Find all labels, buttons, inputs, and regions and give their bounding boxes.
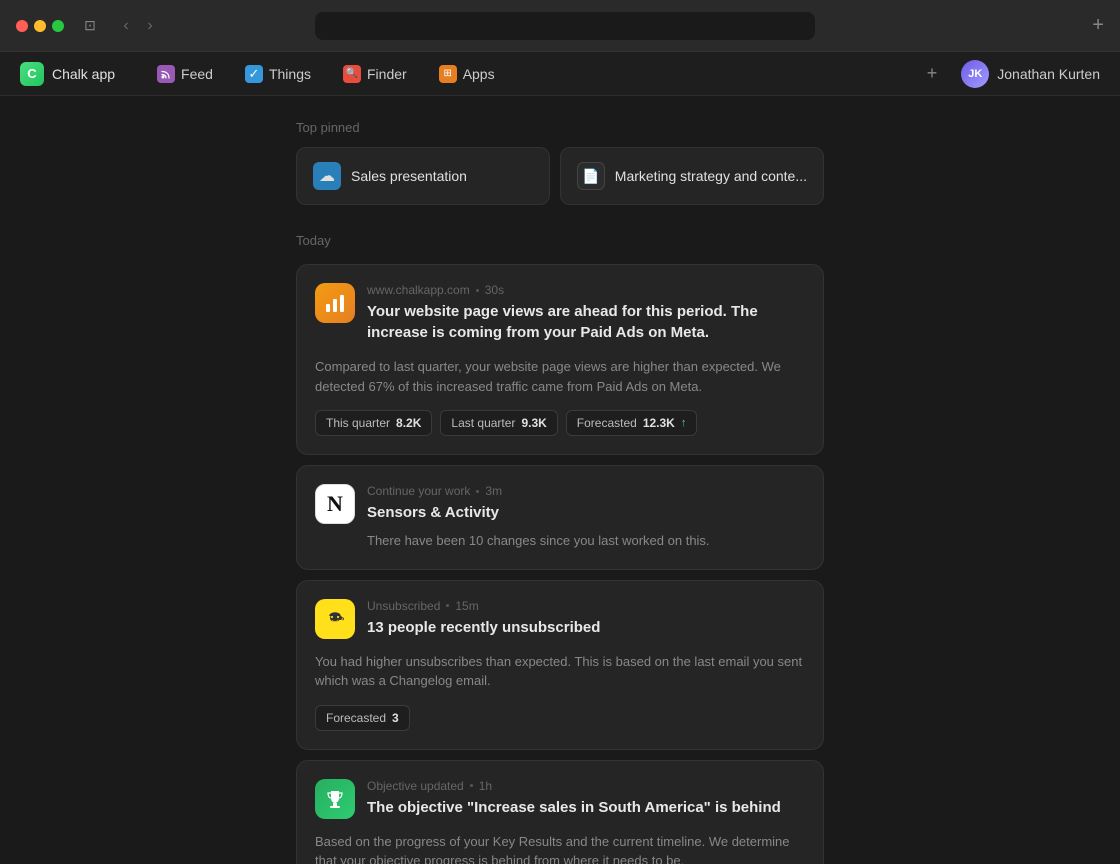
- stat-value: 12.3K: [643, 416, 675, 430]
- new-tab-button[interactable]: +: [1092, 14, 1104, 37]
- tab-things-label: Things: [269, 66, 311, 82]
- url-bar[interactable]: [315, 12, 815, 40]
- apps-icon: ⊞: [439, 65, 457, 83]
- card-sensors-header: N Continue your work 3m Sensors & Activi…: [315, 484, 805, 551]
- mailchimp-app-icon: [315, 599, 355, 639]
- stat-last-quarter: Last quarter 9.3K: [440, 410, 557, 436]
- tab-feed-label: Feed: [181, 66, 213, 82]
- marketing-icon: 📄: [577, 162, 605, 190]
- stat-value: 8.2K: [396, 416, 421, 430]
- stat-value: 3: [392, 711, 399, 725]
- nav-arrows: ‹ ›: [116, 17, 160, 35]
- things-icon: ✓: [245, 65, 263, 83]
- app-name-label: Chalk app: [52, 66, 115, 82]
- card-pageviews-header: www.chalkapp.com 30s Your website page v…: [315, 283, 805, 349]
- pageviews-source: www.chalkapp.com 30s: [367, 283, 805, 297]
- tab-apps-label: Apps: [463, 66, 495, 82]
- objective-title: The objective "Increase sales in South A…: [367, 797, 805, 818]
- stat-this-quarter: This quarter 8.2K: [315, 410, 432, 436]
- stat-forecasted-unsubscribed: Forecasted 3: [315, 705, 410, 731]
- sensors-meta: Continue your work 3m Sensors & Activity…: [367, 484, 805, 551]
- card-unsubscribed[interactable]: Unsubscribed 15m 13 people recently unsu…: [296, 580, 824, 750]
- objective-body: Based on the progress of your Key Result…: [315, 832, 805, 864]
- feed-icon: [157, 65, 175, 83]
- pageviews-title: Your website page views are ahead for th…: [367, 301, 805, 343]
- objective-meta: Objective updated 1h The objective "Incr…: [367, 779, 805, 824]
- unsubscribed-source: Unsubscribed 15m: [367, 599, 805, 613]
- notion-app-icon: N: [315, 484, 355, 524]
- finder-icon: 🔍: [343, 65, 361, 83]
- forward-arrow[interactable]: ›: [140, 17, 160, 35]
- pinned-item-marketing[interactable]: 📄 Marketing strategy and conte...: [560, 147, 824, 205]
- pageviews-app-icon: [315, 283, 355, 323]
- card-unsubscribed-header: Unsubscribed 15m 13 people recently unsu…: [315, 599, 805, 644]
- tab-things[interactable]: ✓ Things: [231, 59, 325, 89]
- user-name-label: Jonathan Kurten: [997, 66, 1100, 82]
- add-tab-button[interactable]: +: [919, 59, 946, 88]
- sensors-title: Sensors & Activity: [367, 502, 805, 523]
- tabbar: C Chalk app Feed ✓ Things 🔍 Finder ⊞ App…: [0, 52, 1120, 96]
- tab-finder[interactable]: 🔍 Finder: [329, 59, 421, 89]
- back-arrow[interactable]: ‹: [116, 17, 136, 35]
- stat-up-arrow: ↑: [681, 417, 687, 429]
- sensors-source: Continue your work 3m: [367, 484, 805, 498]
- card-objective-header: Objective updated 1h The objective "Incr…: [315, 779, 805, 824]
- main-content: Top pinned ☁ Sales presentation 📄 Market…: [0, 96, 1120, 864]
- marketing-label: Marketing strategy and conte...: [615, 168, 807, 184]
- card-objective[interactable]: Objective updated 1h The objective "Incr…: [296, 760, 824, 864]
- pinned-grid: ☁ Sales presentation 📄 Marketing strateg…: [296, 147, 824, 205]
- stat-label: Forecasted: [326, 711, 386, 725]
- objective-source: Objective updated 1h: [367, 779, 805, 793]
- card-pageviews[interactable]: www.chalkapp.com 30s Your website page v…: [296, 264, 824, 455]
- stat-label: Last quarter: [451, 416, 515, 430]
- sales-icon: ☁: [313, 162, 341, 190]
- stat-label: This quarter: [326, 416, 390, 430]
- pageviews-meta: www.chalkapp.com 30s Your website page v…: [367, 283, 805, 349]
- sensors-body: There have been 10 changes since you las…: [367, 531, 805, 551]
- app-logo-icon: C: [20, 62, 44, 86]
- user-avatar: JK: [961, 60, 989, 88]
- trophy-app-icon: [315, 779, 355, 819]
- sales-label: Sales presentation: [351, 168, 467, 184]
- stat-forecasted: Forecasted 12.3K ↑: [566, 410, 698, 436]
- today-section-label: Today: [296, 233, 824, 248]
- card-sensors[interactable]: N Continue your work 3m Sensors & Activi…: [296, 465, 824, 570]
- tab-finder-label: Finder: [367, 66, 407, 82]
- pinned-item-sales[interactable]: ☁ Sales presentation: [296, 147, 550, 205]
- user-profile[interactable]: JK Jonathan Kurten: [961, 60, 1100, 88]
- pageviews-stats: This quarter 8.2K Last quarter 9.3K Fore…: [315, 410, 805, 436]
- stat-value: 9.3K: [521, 416, 546, 430]
- pinned-section-label: Top pinned: [296, 120, 824, 135]
- unsubscribed-meta: Unsubscribed 15m 13 people recently unsu…: [367, 599, 805, 644]
- titlebar: ⊡ ‹ › +: [0, 0, 1120, 52]
- tab-feed[interactable]: Feed: [143, 59, 227, 89]
- maximize-button[interactable]: [52, 20, 64, 32]
- app-logo[interactable]: C Chalk app: [20, 62, 115, 86]
- pageviews-body: Compared to last quarter, your website p…: [315, 357, 805, 396]
- unsubscribed-stats: Forecasted 3: [315, 705, 805, 731]
- unsubscribed-body: You had higher unsubscribes than expecte…: [315, 652, 805, 691]
- stat-label: Forecasted: [577, 416, 637, 430]
- unsubscribed-title: 13 people recently unsubscribed: [367, 617, 805, 638]
- minimize-button[interactable]: [34, 20, 46, 32]
- traffic-lights: [16, 20, 64, 32]
- feed-cards: www.chalkapp.com 30s Your website page v…: [296, 264, 824, 864]
- close-button[interactable]: [16, 20, 28, 32]
- tab-apps[interactable]: ⊞ Apps: [425, 59, 509, 89]
- sidebar-toggle-icon[interactable]: ⊡: [80, 16, 100, 36]
